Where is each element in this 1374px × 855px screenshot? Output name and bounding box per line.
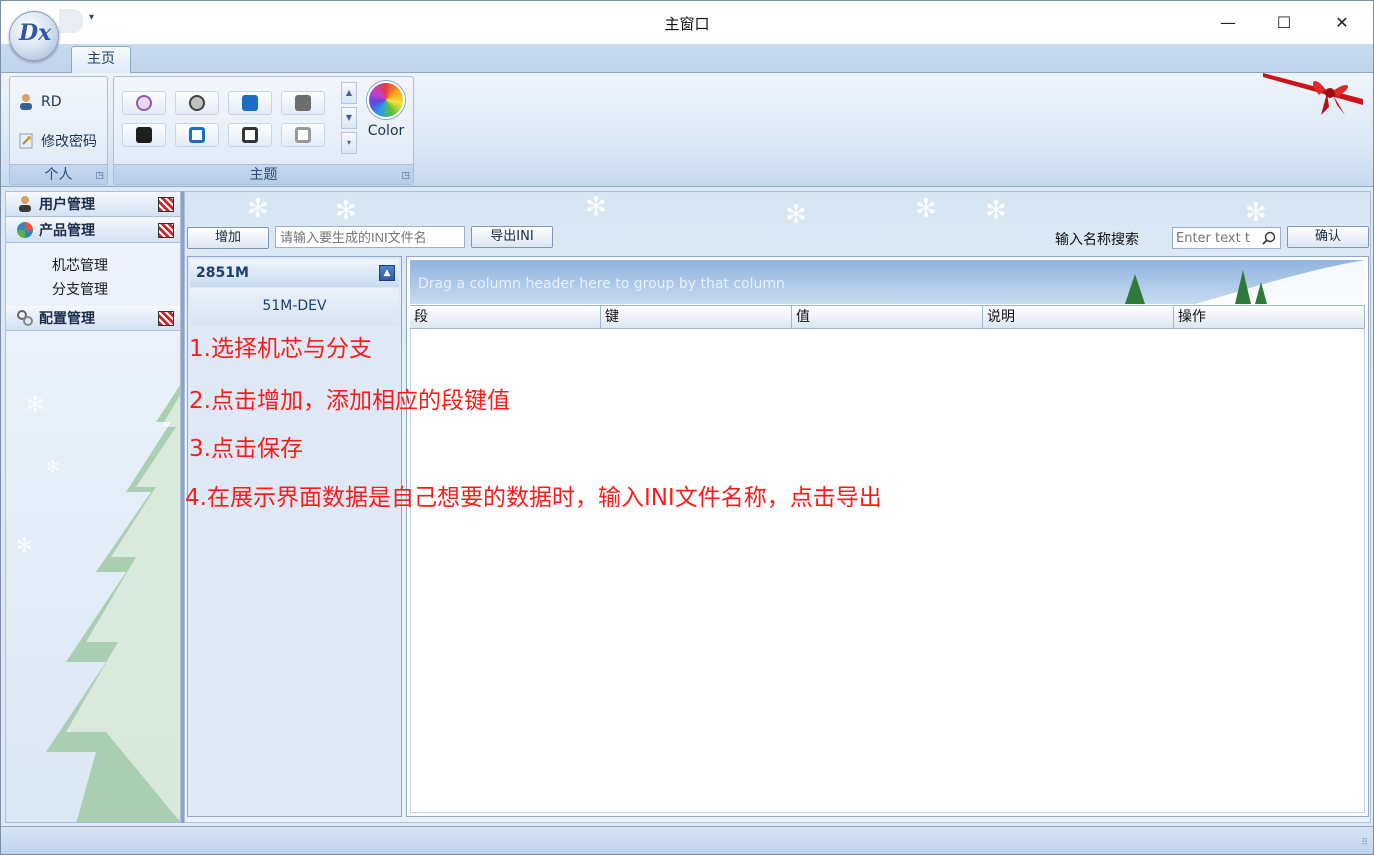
theme-option-4[interactable]	[281, 91, 325, 115]
color-label: Color	[367, 123, 405, 139]
theme-option-2[interactable]	[175, 91, 219, 115]
theme-swatch-icon	[189, 127, 205, 143]
column-header-section[interactable]: 段	[410, 305, 601, 329]
snowflake-decoration: ✻	[247, 194, 269, 224]
section-toggle-icon[interactable]	[158, 223, 174, 238]
branch-item[interactable]: 51M-DEV	[190, 288, 399, 326]
minimize-button[interactable]: —	[1205, 9, 1251, 37]
change-password-label: 修改密码	[41, 134, 97, 150]
theme-swatch-icon	[242, 127, 258, 143]
resize-grip-icon[interactable]: ⠿	[1361, 838, 1368, 848]
ribbon-bow-decoration	[1263, 73, 1363, 115]
search-box[interactable]	[1172, 227, 1281, 249]
theme-swatch-icon	[136, 127, 152, 143]
theme-swatch-icon	[189, 95, 205, 111]
instruction-note: 4.在展示界面数据是自己想要的数据时，输入INI文件名称，点击导出	[185, 485, 882, 511]
svg-text:✻: ✻	[16, 533, 33, 557]
data-grid: Drag a column header here to group by th…	[406, 256, 1369, 817]
search-label: 输入名称搜索	[1055, 232, 1139, 248]
svg-text:✻: ✻	[26, 393, 44, 418]
snowflake-decoration: ✻	[1245, 198, 1267, 228]
add-button[interactable]: 增加	[187, 227, 269, 249]
theme-option-3[interactable]	[228, 91, 272, 115]
nav-section-user-management[interactable]: 用户管理	[6, 192, 180, 217]
theme-swatch-icon	[242, 95, 258, 111]
column-header-value[interactable]: 值	[792, 305, 983, 329]
ini-filename-input[interactable]	[275, 226, 465, 248]
user-icon	[19, 196, 31, 212]
snowflake-decoration: ✻	[985, 196, 1007, 226]
ribbon-tab-strip	[1, 44, 1373, 72]
snowflake-decoration: ✻	[335, 196, 357, 226]
change-password-button[interactable]: 修改密码	[17, 131, 97, 151]
theme-option-1[interactable]	[122, 91, 166, 115]
user-name-label: RD	[41, 94, 62, 110]
nav-section-label: 配置管理	[39, 311, 95, 327]
app-menu-orb[interactable]: Dx	[9, 11, 59, 61]
search-icon[interactable]	[1262, 231, 1276, 245]
dialog-launcher-icon[interactable]: ◳	[401, 171, 410, 181]
gears-icon	[17, 310, 33, 326]
theme-swatch-icon	[136, 95, 152, 111]
color-button[interactable]: Color	[363, 81, 409, 153]
snowflake-decoration: ✻	[915, 194, 937, 224]
snowflake-decoration: ✻	[585, 192, 607, 222]
theme-gallery-expand-icon[interactable]: ▾	[341, 132, 357, 154]
section-toggle-icon[interactable]	[158, 197, 174, 212]
nav-section-label: 产品管理	[39, 223, 95, 239]
group-by-panel[interactable]: Drag a column header here to group by th…	[410, 260, 1365, 304]
instruction-note: 2.点击增加，添加相应的段键值	[189, 388, 510, 414]
winter-tree-decoration	[1125, 260, 1365, 304]
app-logo: Dx	[19, 20, 52, 46]
confirm-button[interactable]: 确认	[1287, 226, 1369, 248]
nav-item-branch-management[interactable]: 分支管理	[52, 279, 108, 299]
dialog-launcher-icon[interactable]: ◳	[95, 171, 104, 181]
search-input[interactable]	[1176, 229, 1262, 247]
close-button[interactable]: ✕	[1319, 9, 1365, 37]
theme-scroll-up-icon[interactable]: ▲	[341, 82, 357, 104]
column-header-action[interactable]: 操作	[1174, 305, 1365, 329]
nav-section-config-management[interactable]: 配置管理	[6, 306, 180, 331]
column-header-description[interactable]: 说明	[983, 305, 1174, 329]
key-icon	[19, 133, 33, 149]
chipset-name: 2851M	[196, 265, 249, 281]
export-ini-button[interactable]: 导出INI	[471, 226, 553, 248]
status-bar: ⠿	[1, 826, 1373, 854]
tab-home[interactable]: 主页	[71, 46, 131, 73]
user-rd-button[interactable]: RD	[17, 93, 62, 111]
theme-option-5[interactable]	[122, 123, 166, 147]
maximize-button[interactable]: ☐	[1261, 9, 1307, 37]
nav-item-chipset-management[interactable]: 机芯管理	[52, 255, 108, 275]
group-label-personal: 个人	[10, 164, 107, 184]
group-by-hint: Drag a column header here to group by th…	[418, 276, 785, 292]
snowflake-decoration: ✻	[785, 200, 807, 230]
color-palette-icon	[367, 81, 405, 119]
theme-scroll-down-icon[interactable]: ▼	[341, 107, 357, 129]
theme-swatch-icon	[295, 127, 311, 143]
window-title: 主窗口	[664, 15, 710, 33]
theme-option-7[interactable]	[228, 123, 272, 147]
column-header-key[interactable]: 键	[601, 305, 792, 329]
chipset-group-header[interactable]: 2851M ▲	[190, 259, 399, 287]
theme-option-6[interactable]	[175, 123, 219, 147]
group-label-theme: 主题	[114, 164, 413, 184]
theme-option-8[interactable]	[281, 123, 325, 147]
instruction-note: 1.选择机芯与分支	[189, 336, 372, 362]
section-toggle-icon[interactable]	[158, 311, 174, 326]
product-icon	[17, 222, 33, 238]
instruction-note: 3.点击保存	[189, 436, 303, 462]
collapse-up-icon[interactable]: ▲	[379, 265, 395, 281]
nav-section-label: 用户管理	[39, 197, 95, 213]
main-window: ▾ 主窗口 — ☐ ✕ Dx 主页 个人 ◳ RD 修改密码 主题 ◳ ▲ ▼ …	[0, 0, 1374, 855]
nav-section-product-management[interactable]: 产品管理	[6, 218, 180, 243]
theme-swatch-icon	[295, 95, 311, 111]
user-icon	[20, 94, 32, 110]
svg-text:✻: ✻	[46, 457, 59, 476]
left-navigation: ✻ ✻ ✻ 用户管理 产品管理 机芯管理 分支管理 配置管理	[5, 191, 181, 823]
snow-tree-decoration: ✻ ✻ ✻	[16, 385, 180, 822]
grid-rows-area[interactable]	[410, 329, 1365, 813]
title-bar: ▾ 主窗口 — ☐ ✕	[1, 1, 1373, 44]
